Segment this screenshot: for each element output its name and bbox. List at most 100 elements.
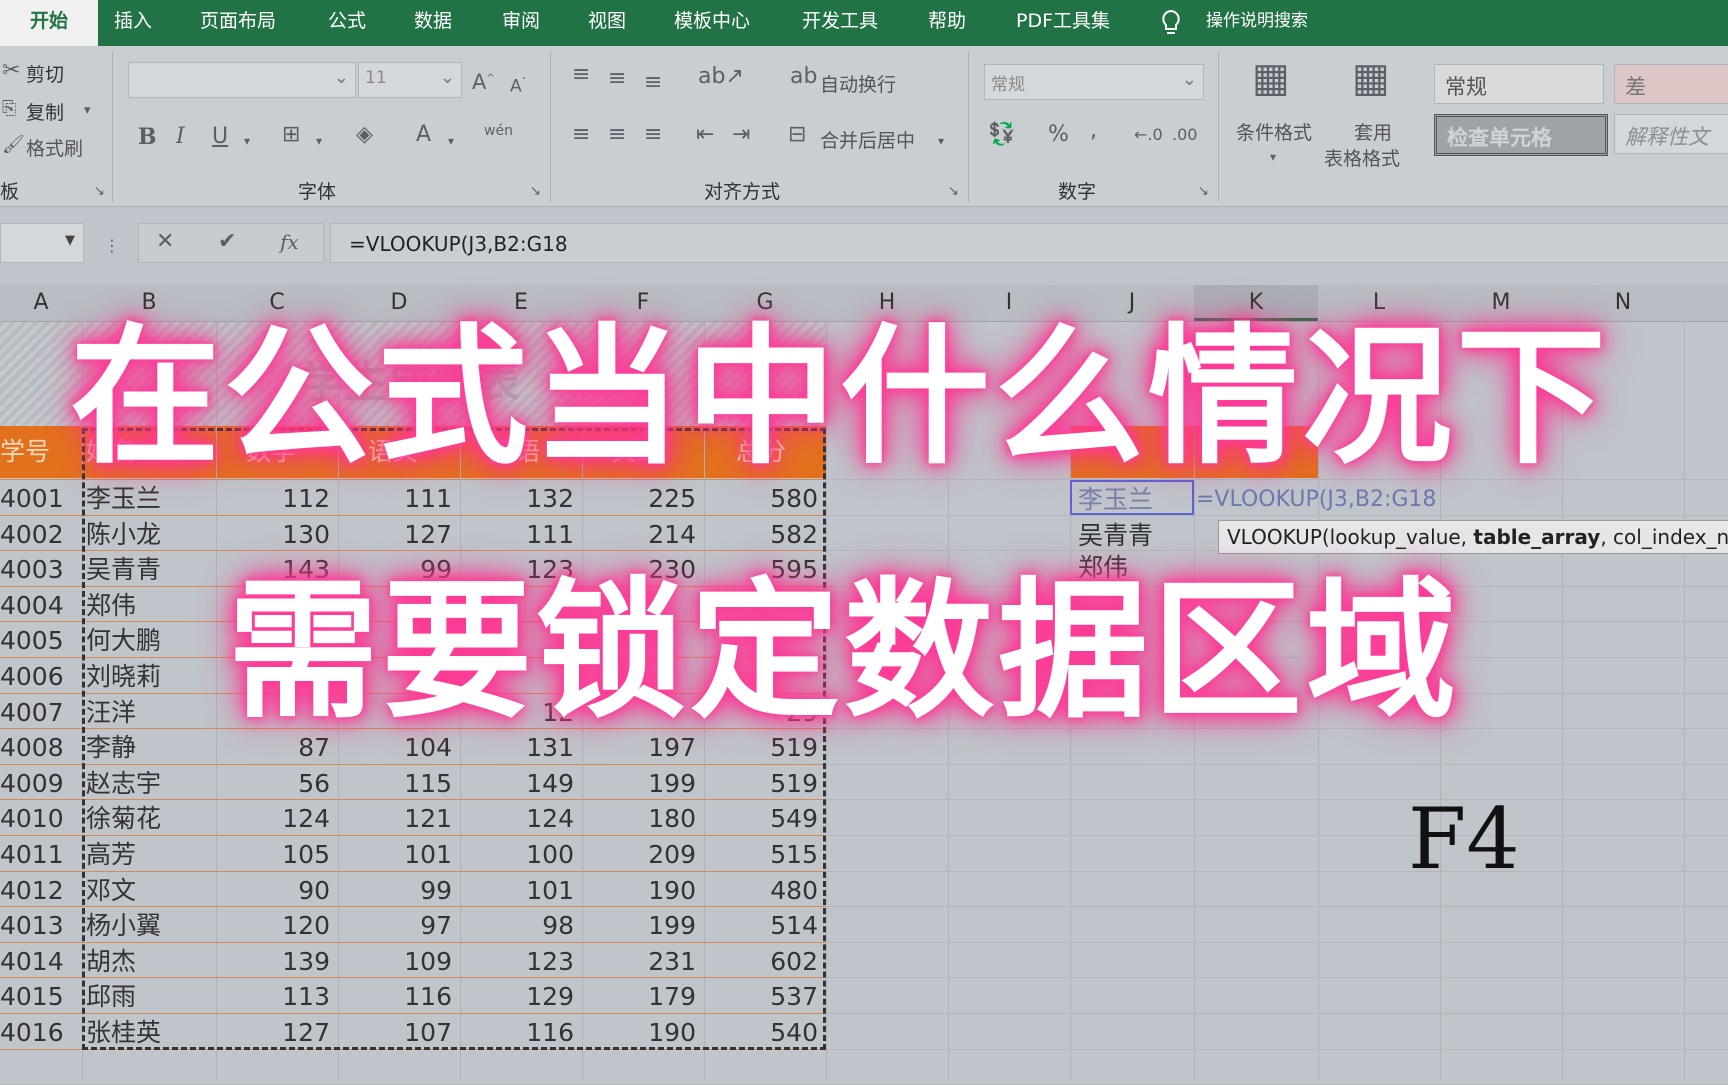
tab-page-layout[interactable]: 页面布局 <box>200 0 276 46</box>
lookup-name-1[interactable]: 李玉兰 <box>1078 482 1153 517</box>
tab-developer[interactable]: 开发工具 <box>802 0 878 46</box>
tab-view[interactable]: 视图 <box>588 0 626 46</box>
increase-decimal-icon[interactable]: ←.0 <box>1134 124 1163 146</box>
tab-template-center[interactable]: 模板中心 <box>674 0 750 46</box>
chevron-down-icon[interactable]: ▾ <box>244 130 250 152</box>
phonetic-icon[interactable]: wén <box>484 120 513 142</box>
student-id-cell[interactable]: 4001 <box>0 481 64 516</box>
font-name-select[interactable]: ⌄ <box>128 62 356 98</box>
style-normal[interactable]: 常规 <box>1434 64 1604 104</box>
tab-formulas[interactable]: 公式 <box>328 0 366 46</box>
align-right-icon[interactable]: ≡ <box>644 124 662 146</box>
increase-font-icon[interactable]: A^ <box>472 68 495 93</box>
decrease-indent-icon[interactable]: ⇤ <box>696 124 714 146</box>
student-id-cell[interactable]: 4005 <box>0 623 64 658</box>
student-id-cell[interactable]: 4010 <box>0 801 64 836</box>
tooltip-text: VLOOKUP(lookup_value, <box>1227 525 1474 549</box>
align-top-icon[interactable]: ≡ <box>572 64 590 86</box>
orientation-icon[interactable]: ab↗ <box>698 66 744 88</box>
ribbon: ✂ 剪切 ⎘ 复制 ▾ 🖌 格式刷 板 ↘ ⌄ 11 ⌄ A^ Aˇ B I U… <box>0 46 1728 207</box>
tab-home[interactable]: 开始 <box>0 0 98 46</box>
style-check-cell-label: 检查单元格 <box>1447 126 1552 150</box>
chevron-down-icon: ⌄ <box>333 67 349 88</box>
chevron-down-icon[interactable]: ▾ <box>316 130 322 152</box>
align-left-icon[interactable]: ≡ <box>572 124 590 146</box>
chevron-down-icon[interactable]: ▾ <box>1270 146 1276 168</box>
bold-button[interactable]: B <box>138 126 157 148</box>
comma-button[interactable]: , <box>1090 120 1097 142</box>
tab-insert[interactable]: 插入 <box>114 0 152 46</box>
tab-review[interactable]: 审阅 <box>502 0 540 46</box>
table-format-label-2[interactable]: 表格格式 <box>1324 144 1400 171</box>
student-id-cell[interactable]: 4002 <box>0 517 64 552</box>
tab-pdf-tools[interactable]: PDF工具集 <box>1016 0 1110 46</box>
wrap-text-button[interactable]: 自动换行 <box>820 70 896 97</box>
increase-indent-icon[interactable]: ⇥ <box>732 124 750 146</box>
student-id-cell[interactable]: 4007 <box>0 695 64 730</box>
tell-me-search[interactable]: 操作说明搜索 <box>1206 0 1308 46</box>
enter-checkmark-icon[interactable]: ✔ <box>218 231 236 253</box>
student-id-cell[interactable]: 4006 <box>0 659 64 694</box>
student-id-cell[interactable]: 4008 <box>0 730 64 765</box>
wrap-text-icon: ab <box>790 64 818 89</box>
style-check-cell[interactable]: 检查单元格 <box>1434 114 1608 156</box>
copy-selection-border <box>82 428 826 1050</box>
currency-icon[interactable]: 💱 <box>988 124 1015 146</box>
student-id-cell[interactable]: 4013 <box>0 908 64 943</box>
decrease-font-icon[interactable]: Aˇ <box>510 72 527 98</box>
align-bottom-icon[interactable]: ≡ <box>644 72 662 94</box>
header-cell[interactable]: 学号 <box>0 434 50 469</box>
tab-data[interactable]: 数据 <box>414 0 452 46</box>
dialog-launcher-icon[interactable]: ↘ <box>948 181 959 203</box>
student-id-cell[interactable]: 4015 <box>0 979 64 1014</box>
conditional-format-icon[interactable]: ▦ <box>1252 58 1290 98</box>
chevron-down-icon[interactable]: ▾ <box>448 130 454 152</box>
lightbulb-icon <box>1160 9 1182 37</box>
table-format-icon[interactable]: ▦ <box>1352 58 1390 98</box>
style-explanatory[interactable]: 解释性文 <box>1614 114 1728 154</box>
font-group-label: 字体 <box>298 181 337 203</box>
student-id-cell[interactable]: 4014 <box>0 944 64 979</box>
formula-input[interactable]: =VLOOKUP(J3,B2:G18 <box>330 223 1728 263</box>
student-id-cell[interactable]: 4003 <box>0 552 64 587</box>
dialog-launcher-icon[interactable]: ↘ <box>530 181 541 203</box>
conditional-format-button[interactable]: 条件格式 <box>1236 118 1312 145</box>
decrease-decimal-icon[interactable]: .00 <box>1172 124 1197 146</box>
insert-function-icon[interactable]: fx <box>280 231 299 253</box>
group-separator <box>112 52 113 202</box>
student-id-cell[interactable]: 4004 <box>0 588 64 623</box>
copy-button[interactable]: 复制 <box>26 98 64 125</box>
lookup-name-2[interactable]: 吴青青 <box>1078 518 1153 553</box>
dialog-launcher-icon[interactable]: ↘ <box>94 181 105 203</box>
table-format-label-1[interactable]: 套用 <box>1354 118 1392 145</box>
student-id-cell[interactable]: 4016 <box>0 1015 64 1050</box>
student-id-cell[interactable]: 4011 <box>0 837 64 872</box>
fill-color-icon[interactable]: ◈ <box>356 124 373 146</box>
student-id-cell[interactable]: 4012 <box>0 873 64 908</box>
more-options-icon[interactable]: ⋮ <box>104 235 120 257</box>
border-icon[interactable]: ⊞ <box>282 124 300 146</box>
style-bad[interactable]: 差 <box>1614 64 1728 104</box>
style-normal-label: 常规 <box>1445 75 1487 99</box>
active-cell-formula[interactable]: =VLOOKUP(J3,B2:G18 <box>1196 482 1436 517</box>
underline-button[interactable]: U <box>212 126 228 148</box>
percent-button[interactable]: % <box>1048 124 1069 146</box>
format-painter-button[interactable]: 格式刷 <box>26 134 83 161</box>
italic-button[interactable]: I <box>176 126 185 148</box>
number-format-select[interactable]: 常规 ⌄ <box>984 64 1204 100</box>
align-middle-icon[interactable]: ≡ <box>608 68 626 90</box>
cancel-icon[interactable]: ✕ <box>156 231 174 253</box>
chevron-down-icon[interactable]: ▾ <box>84 100 91 122</box>
formula-text: =VLOOKUP(J3,B2:G18 <box>349 232 568 256</box>
tab-help[interactable]: 帮助 <box>928 0 966 46</box>
chevron-down-icon: ⌄ <box>439 67 455 88</box>
font-color-button[interactable]: A <box>416 124 431 146</box>
dialog-launcher-icon[interactable]: ↘ <box>1198 181 1209 203</box>
merge-center-button[interactable]: 合并后居中 <box>820 126 915 153</box>
name-box[interactable]: ▼ <box>0 223 84 263</box>
student-id-cell[interactable]: 4009 <box>0 766 64 801</box>
font-size-select[interactable]: 11 ⌄ <box>358 62 462 98</box>
align-center-icon[interactable]: ≡ <box>608 124 626 146</box>
cut-button[interactable]: 剪切 <box>26 60 64 87</box>
chevron-down-icon[interactable]: ▾ <box>938 130 944 152</box>
